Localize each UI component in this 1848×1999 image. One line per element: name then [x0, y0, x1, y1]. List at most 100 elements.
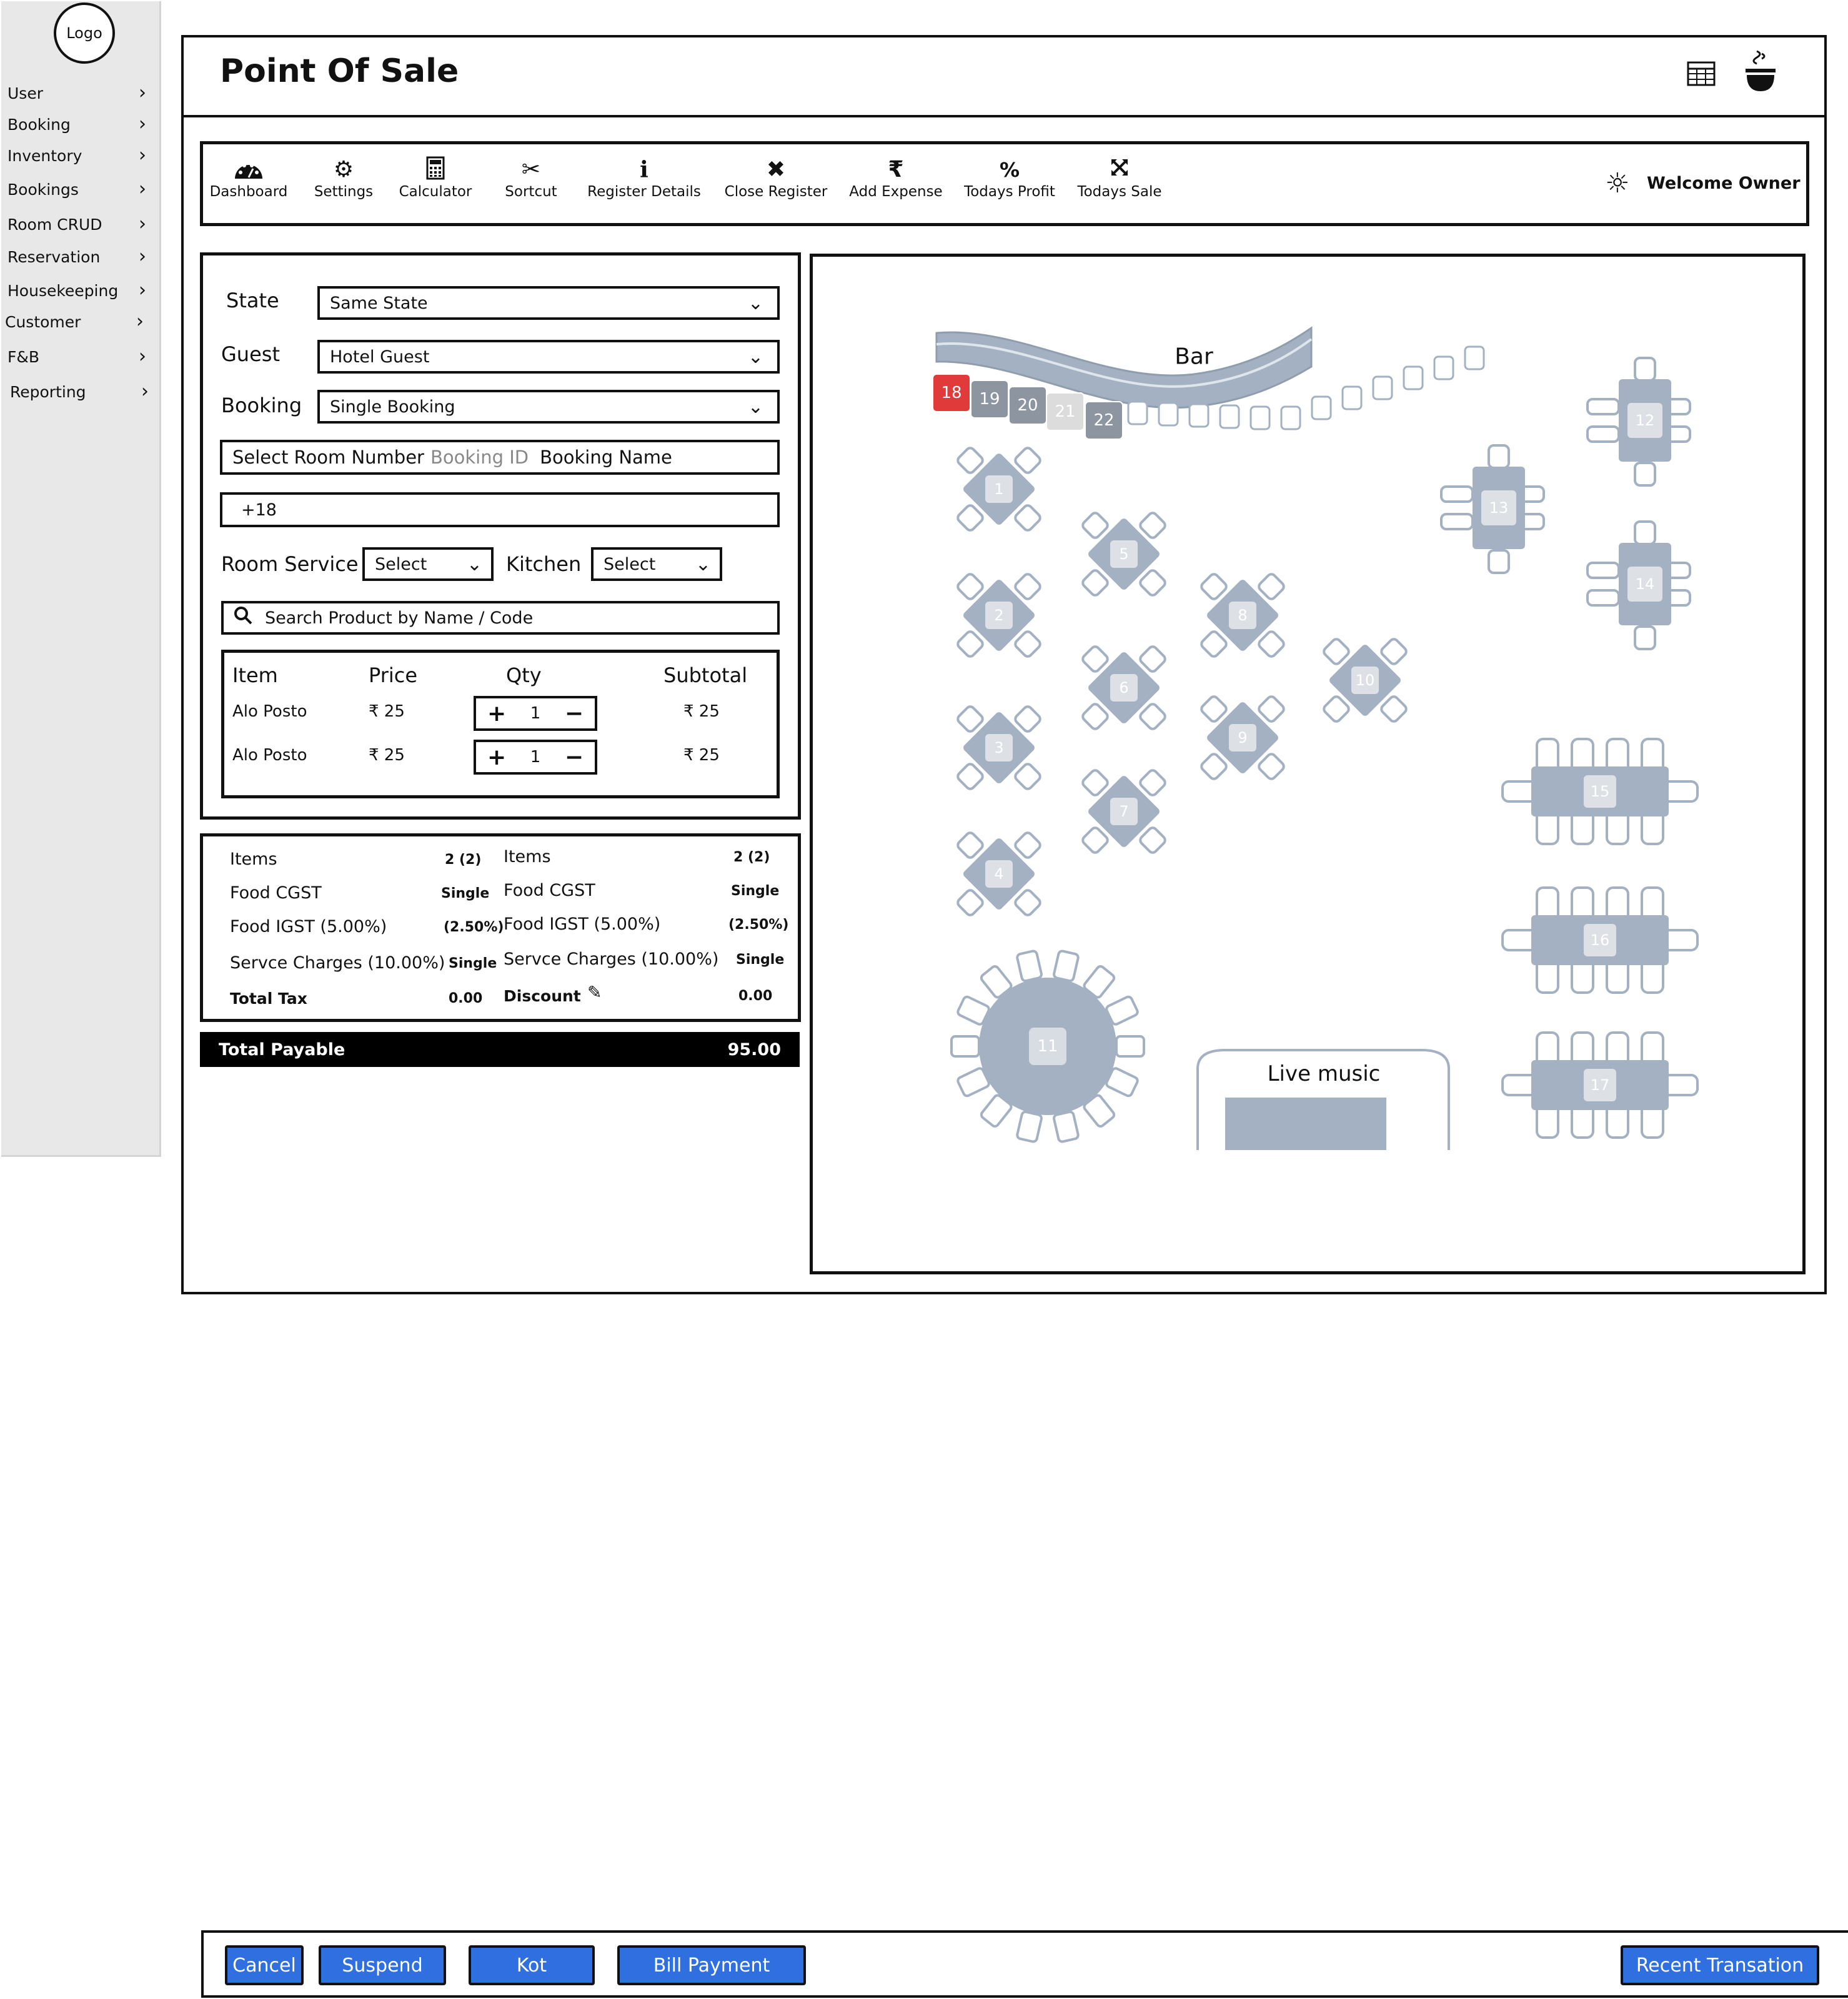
- floor-plan-canvas: Bar18 19 20 21 221234567891011121314151617Li…: [932, 326, 1699, 1150]
- kot-button[interactable]: Kot: [469, 1945, 595, 1985]
- bar-seat-number: 20: [1017, 396, 1038, 415]
- state-label: State: [226, 289, 279, 312]
- total-payable-label: Total Payable: [219, 1039, 345, 1059]
- quantity-stepper[interactable]: +1 −: [474, 740, 597, 775]
- sidebar-item-room-crud[interactable]: Room CRUD ›: [7, 209, 146, 240]
- toolbar-calculator[interactable]: Calculator: [394, 156, 477, 212]
- table-5[interactable]: 5: [1081, 511, 1166, 597]
- toolbar-todays-profit[interactable]: % Todays Profit: [960, 156, 1060, 212]
- room-number-select[interactable]: Select Room Number Booking ID Booking Na…: [220, 440, 780, 475]
- bar-seat-19[interactable]: 19: [970, 380, 1009, 419]
- table-number: 1: [994, 480, 1003, 498]
- plus-icon[interactable]: +: [487, 745, 506, 770]
- table-7[interactable]: 7: [1081, 768, 1166, 854]
- table-number: 5: [1119, 545, 1128, 563]
- booking-name-text: Booking Name: [540, 447, 672, 468]
- toolbar-close-register[interactable]: ✖ Close Register: [718, 156, 833, 212]
- summary-label: Servce Charges (10.00%): [504, 950, 719, 969]
- toolbar-register-details[interactable]: i Register Details: [585, 156, 703, 212]
- table-3[interactable]: 3: [956, 705, 1041, 790]
- bar-stool: [1158, 402, 1179, 427]
- edit-discount-icon[interactable]: ✎: [587, 982, 602, 1003]
- state-select[interactable]: Same State ⌄: [317, 286, 780, 320]
- action-bar: [201, 1930, 1848, 1998]
- bill-payment-button[interactable]: Bill Payment: [617, 1945, 806, 1985]
- chevron-right-icon: ›: [139, 82, 146, 104]
- table-12[interactable]: 12: [1586, 357, 1691, 487]
- sidebar-item-booking[interactable]: Booking ›: [7, 109, 146, 140]
- chevron-down-icon: ⌄: [747, 395, 763, 418]
- table-15[interactable]: 15: [1501, 738, 1699, 845]
- search-placeholder: Search Product by Name / Code: [265, 608, 534, 628]
- table-13[interactable]: 13: [1440, 444, 1545, 574]
- bar-seat-18[interactable]: 18: [932, 374, 971, 412]
- sidebar-item-label: Reservation: [7, 247, 101, 266]
- cancel-button[interactable]: Cancel: [225, 1945, 304, 1985]
- summary-value: (2.50%): [728, 917, 789, 933]
- sidebar-item-customer[interactable]: Customer ›: [5, 306, 144, 337]
- table-8[interactable]: 8: [1200, 572, 1285, 658]
- sidebar-item-label: Housekeeping: [7, 281, 119, 300]
- plus-icon[interactable]: +: [487, 701, 506, 727]
- minus-icon[interactable]: −: [565, 745, 584, 770]
- bar-seat-22[interactable]: 22: [1085, 401, 1123, 440]
- column-header-item: Item: [232, 663, 278, 687]
- table-9[interactable]: 9: [1200, 695, 1285, 780]
- table-number: 17: [1591, 1076, 1610, 1094]
- kitchen-select[interactable]: Select ⌄: [591, 547, 722, 581]
- quantity-stepper[interactable]: +1 −: [474, 696, 597, 731]
- sidebar-item-reporting[interactable]: Reporting ›: [10, 376, 149, 407]
- sidebar-item-inventory[interactable]: Inventory ›: [7, 140, 146, 171]
- summary-value: Single: [449, 956, 497, 971]
- booking-select[interactable]: Single Booking ⌄: [317, 390, 780, 424]
- sidebar-item-housekeeping[interactable]: Housekeeping ›: [7, 275, 146, 306]
- guest-select[interactable]: Hotel Guest ⌄: [317, 340, 780, 374]
- bar-stool: [1219, 404, 1240, 429]
- toolbar-label: Dashboard: [209, 184, 288, 200]
- summary-label: Food IGST (5.00%): [504, 915, 661, 934]
- chevron-right-icon: ›: [139, 345, 146, 367]
- bar-seat-20[interactable]: 20: [1008, 386, 1047, 425]
- room-service-label: Room Service: [221, 552, 359, 576]
- recent-transaction-button[interactable]: Recent Transation: [1621, 1945, 1819, 1985]
- sidebar-item-fnb[interactable]: F&B ›: [7, 341, 146, 372]
- sidebar-item-reservation[interactable]: Reservation ›: [7, 241, 146, 272]
- food-bowl-icon[interactable]: [1743, 49, 1778, 94]
- table-14[interactable]: 14: [1586, 520, 1691, 650]
- toolbar-add-expense[interactable]: ₹ Add Expense: [846, 156, 946, 212]
- table-1[interactable]: 1: [956, 446, 1041, 532]
- table-16[interactable]: 16: [1501, 886, 1699, 994]
- toolbar-todays-sale[interactable]: Todays Sale: [1071, 156, 1168, 212]
- close-icon: ✖: [766, 157, 786, 182]
- toolbar-settings[interactable]: ⚙ Settings: [306, 156, 381, 212]
- toolbar-sortcut[interactable]: ✂ Sortcut: [494, 156, 569, 212]
- total-payable-bar: Total Payable 95.00: [200, 1032, 800, 1067]
- bar-stool: [1433, 355, 1454, 380]
- table-grid-icon[interactable]: [1687, 61, 1716, 86]
- sidebar-item-label: Booking: [7, 115, 71, 134]
- table-4[interactable]: 4: [956, 831, 1041, 916]
- column-header-price: Price: [369, 663, 418, 687]
- bar-seat-21[interactable]: 21: [1046, 392, 1085, 431]
- table-6[interactable]: 6: [1081, 645, 1166, 730]
- sidebar-item-bookings[interactable]: Bookings ›: [7, 174, 146, 205]
- sidebar-item-user[interactable]: User ›: [7, 77, 146, 109]
- table-17[interactable]: 17: [1501, 1031, 1699, 1139]
- table-10[interactable]: 10: [1322, 637, 1408, 723]
- booking-id-text: Booking ID: [430, 447, 529, 468]
- product-search-input[interactable]: Search Product by Name / Code: [221, 601, 780, 635]
- bar-seat-number: 22: [1093, 411, 1114, 430]
- table-11[interactable]: 11: [950, 950, 1145, 1143]
- phone-input[interactable]: +18: [220, 492, 780, 527]
- chevron-down-icon: ⌄: [695, 553, 711, 575]
- table-number: 6: [1119, 679, 1128, 697]
- suspend-button[interactable]: Suspend: [319, 1945, 446, 1985]
- table-number: 2: [994, 607, 1003, 624]
- chevron-right-icon: ›: [139, 178, 146, 200]
- bar-stool: [1311, 395, 1332, 420]
- toolbar-dashboard[interactable]: Dashboard: [206, 156, 291, 212]
- room-service-select[interactable]: Select ⌄: [362, 547, 494, 581]
- table-2[interactable]: 2: [956, 572, 1041, 658]
- state-select-value: Same State: [330, 293, 428, 313]
- minus-icon[interactable]: −: [565, 701, 584, 727]
